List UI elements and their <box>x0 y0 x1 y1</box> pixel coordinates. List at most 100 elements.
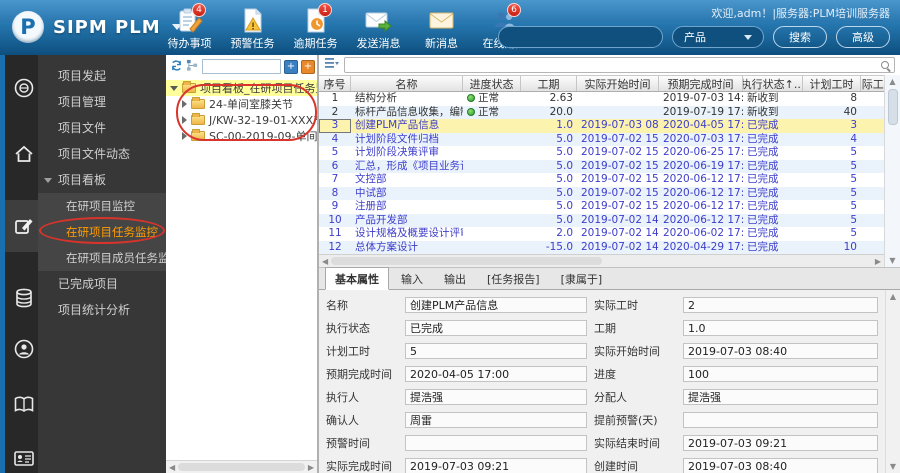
column-header[interactable]: 执行状态↑... <box>743 76 803 91</box>
sidebar-menu-item[interactable]: 项目文件 <box>38 115 166 141</box>
detail-tab[interactable]: [任务报告] <box>478 268 549 289</box>
field-value[interactable]: 2019-07-03 09:21 <box>683 435 878 451</box>
column-header[interactable]: 计划工时 <box>803 76 861 91</box>
search-input[interactable] <box>498 26 663 48</box>
column-header[interactable]: 实际开始时间 <box>577 76 659 91</box>
book-icon[interactable] <box>13 393 35 415</box>
field-value[interactable]: 已完成 <box>405 320 587 336</box>
table-row[interactable]: 1 结构分析 正常 2.63 2019-07-03 14:00 新收到 8 <box>319 92 884 106</box>
scroll-down-arrow[interactable]: ▼ <box>890 462 896 471</box>
field-value[interactable]: 5 <box>405 343 587 359</box>
table-row[interactable]: 10 产品开发部 5.0 2019-07-02 14:44 2020-06-12 17:… <box>319 213 884 227</box>
app-logo[interactable]: P SIPM PLM <box>12 11 182 43</box>
detail-tab[interactable]: 输入 <box>392 268 432 289</box>
detail-tab[interactable]: [隶属于] <box>552 268 612 289</box>
edit-icon[interactable] <box>13 215 35 237</box>
support-icon[interactable] <box>13 338 35 360</box>
table-cell: 5 <box>850 213 857 226</box>
scroll-down-arrow[interactable]: ▼ <box>889 256 895 265</box>
table-horizontal-scrollbar[interactable]: ◀ ▶ <box>319 254 884 267</box>
column-header[interactable]: 工期 <box>521 76 577 91</box>
detail-tab[interactable]: 基本属性 <box>325 267 389 290</box>
table-row[interactable]: 12 总体方案设计 -15.0 2019-07-02 14:31 2020-04-29 … <box>319 240 884 254</box>
field-value[interactable]: 周雷 <box>405 412 587 428</box>
tree-collapse-all-button[interactable]: + <box>301 59 315 74</box>
scrollbar-thumb[interactable] <box>178 463 305 471</box>
scroll-up-arrow[interactable]: ▲ <box>889 77 895 86</box>
database-icon[interactable] <box>13 287 35 309</box>
sidebar-menu-item[interactable]: 在研项目监控 <box>38 193 166 219</box>
column-header[interactable]: 序号 <box>319 76 351 91</box>
scrollbar-thumb[interactable] <box>331 257 602 265</box>
toolbar-item[interactable]: 4 待办事项 <box>158 3 221 51</box>
tree-node[interactable]: J/KW-32-19-01-XXX产品设计 <box>166 112 317 128</box>
field-value[interactable]: 提浩强 <box>405 389 587 405</box>
refresh-icon[interactable] <box>170 59 183 75</box>
column-header[interactable]: 进度状态 <box>463 76 521 91</box>
tree-expand-all-button[interactable]: + <box>284 59 298 74</box>
caret-right-icon[interactable] <box>182 132 187 140</box>
table-row[interactable]: 2 标杆产品信息收集，编制FF...正常 20.0 2019-07-19 17:00 新… <box>319 105 884 119</box>
column-header[interactable]: 实际工... <box>861 76 885 91</box>
column-header[interactable]: 名称 <box>351 76 463 91</box>
sidebar-menu-item[interactable]: 在研项目任务监控 <box>38 219 166 245</box>
sidebar-menu-item[interactable]: 项目统计分析 <box>38 297 166 323</box>
scroll-up-arrow[interactable]: ▲ <box>890 292 896 301</box>
table-row[interactable]: 6 汇总，形成《项目业务计划... 5.0 2019-07-02 15:13 2020-… <box>319 159 884 173</box>
sipm-badge-icon[interactable] <box>13 77 35 99</box>
table-row[interactable]: 5 计划阶段决策评审 5.0 2019-07-02 15:30 2020-06-25 1… <box>319 146 884 160</box>
table-row[interactable]: 8 中试部 5.0 2019-07-02 15:07 2020-06-12 17:00 已… <box>319 186 884 200</box>
tree-filter-input[interactable] <box>202 59 281 74</box>
sidebar-menu-item[interactable]: 项目文件动态 <box>38 141 166 167</box>
field-value[interactable]: 100 <box>683 366 878 382</box>
field-value[interactable]: 2019-07-03 08:40 <box>683 458 878 473</box>
advanced-search-button[interactable]: 高级 <box>836 26 890 48</box>
field-value[interactable]: 2 <box>683 297 878 313</box>
detail-tab[interactable]: 输出 <box>435 268 475 289</box>
column-header[interactable]: 预期完成时间 <box>659 76 743 91</box>
field-value[interactable]: 2019-07-03 08:40 <box>683 343 878 359</box>
scroll-right-arrow[interactable]: ▶ <box>308 463 314 472</box>
field-value[interactable]: 2020-04-05 17:00 <box>405 366 587 382</box>
field-value[interactable]: 2019-07-03 09:21 <box>405 458 587 473</box>
scroll-left-arrow[interactable]: ◀ <box>322 257 328 266</box>
toolbar-item[interactable]: 1 逾期任务 <box>284 3 347 51</box>
scroll-right-arrow[interactable]: ▶ <box>875 257 881 266</box>
sidebar-menu-item[interactable]: 项目发起 <box>38 63 166 89</box>
search-category-select[interactable]: 产品 <box>672 26 764 48</box>
caret-down-icon[interactable] <box>170 85 178 91</box>
sidebar-menu-item[interactable]: 在研项目成员任务监控 <box>38 245 166 271</box>
tree-root-node[interactable]: 项目看板_在研项目任务监控 <box>166 80 317 96</box>
table-row[interactable]: 9 注册部 5.0 2019-07-02 15:03 2020-06-12 17:00 已… <box>319 200 884 214</box>
table-row[interactable]: 4 计划阶段文件归档 5.0 2019-07-02 15:38 2020-07-03 1… <box>319 132 884 146</box>
table-row[interactable]: 11 设计规格及概要设计评审 2.0 2019-07-02 14:38 2020-06-… <box>319 227 884 241</box>
id-card-icon[interactable] <box>13 447 35 469</box>
caret-right-icon[interactable] <box>182 100 187 108</box>
org-tree-icon[interactable] <box>186 59 199 75</box>
field-value[interactable] <box>683 412 878 428</box>
tree-horizontal-scrollbar[interactable]: ◀ ▶ <box>166 460 317 473</box>
field-value[interactable]: 创建PLM产品信息 <box>405 297 587 313</box>
table-row[interactable]: 7 文控部 5.0 2019-07-02 15:11 2020-06-12 17:00 已… <box>319 173 884 187</box>
toolbar-item[interactable]: 发送消息 <box>347 8 410 51</box>
field-value[interactable]: 提浩强 <box>683 389 878 405</box>
table-row[interactable]: 3 创建PLM产品信息 1.0 2019-07-03 08:40 2020-04-05 … <box>319 119 884 133</box>
tree-node[interactable]: 24-单间室膝关节 <box>166 96 317 112</box>
toolbar-item[interactable]: 新消息 <box>410 8 473 51</box>
caret-right-icon[interactable] <box>182 116 187 124</box>
sidebar-menu-item[interactable]: 已完成项目 <box>38 271 166 297</box>
column-menu-icon[interactable] <box>324 57 339 73</box>
sidebar-menu-item[interactable]: 项目管理 <box>38 89 166 115</box>
search-button[interactable]: 搜索 <box>773 26 827 48</box>
field-value[interactable] <box>405 435 587 451</box>
grid-search-input[interactable] <box>344 57 895 73</box>
scrollbar-thumb[interactable] <box>887 89 898 125</box>
field-value[interactable]: 1.0 <box>683 320 878 336</box>
table-vertical-scrollbar[interactable]: ▲ ▼ <box>884 75 900 267</box>
scroll-left-arrow[interactable]: ◀ <box>169 463 175 472</box>
sidebar-menu-item[interactable]: 项目看板 <box>38 167 166 193</box>
tree-node[interactable]: SC-00-2019-09-单间室膝关节 <box>166 128 317 144</box>
toolbar-item[interactable]: 预警任务 <box>221 8 284 51</box>
detail-vertical-scrollbar[interactable]: ▲ ▼ <box>885 290 900 473</box>
home-icon[interactable] <box>13 143 35 165</box>
